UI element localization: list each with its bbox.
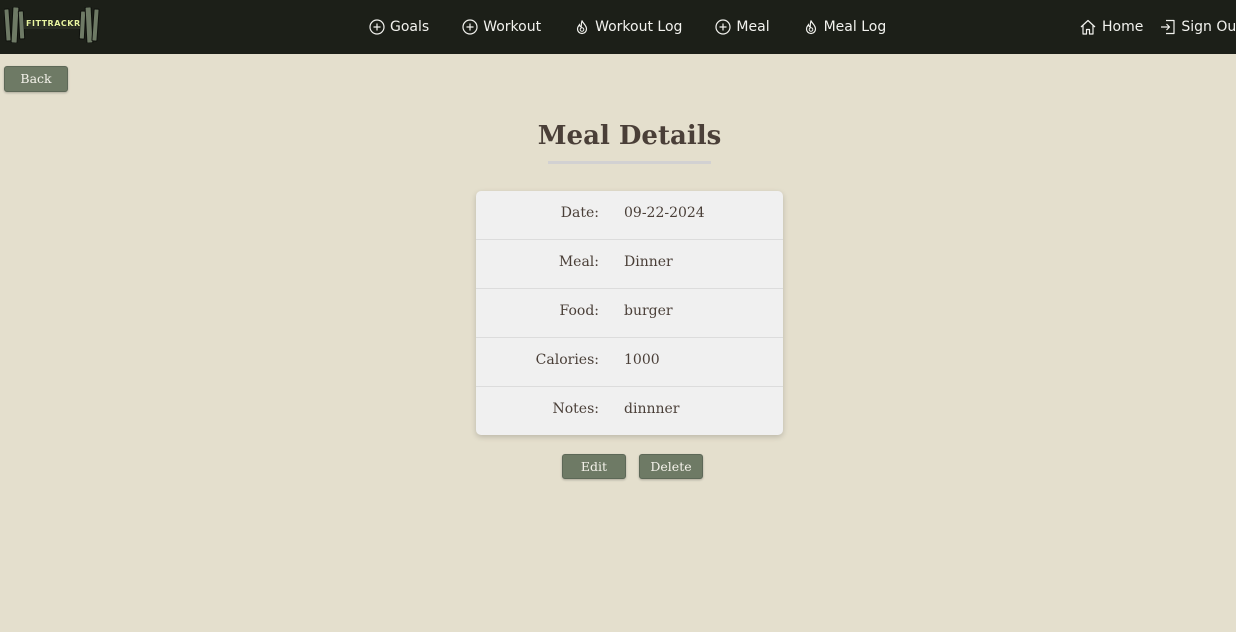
- fittrackr-logo[interactable]: FITTRACKR: [4, 7, 100, 43]
- detail-row-meal: Meal: Dinner: [476, 240, 783, 289]
- nav-home[interactable]: Home: [1079, 19, 1143, 35]
- back-button[interactable]: Back: [4, 66, 68, 92]
- plus-circle-icon: [462, 19, 478, 35]
- nav-meal-log-label: Meal Log: [823, 19, 887, 35]
- title-underline: [548, 161, 711, 164]
- detail-value: dinnner: [624, 401, 680, 417]
- delete-button[interactable]: Delete: [639, 454, 703, 479]
- plus-circle-icon: [715, 19, 732, 35]
- nav-workout[interactable]: Workout: [462, 19, 541, 35]
- detail-label: Food:: [559, 303, 599, 319]
- top-navbar: FITTRACKR Goals Workout Workout Log Meal…: [0, 0, 1236, 54]
- detail-label: Calories:: [535, 352, 599, 368]
- detail-row-notes: Notes: dinnner: [476, 387, 783, 435]
- plus-circle-icon: [369, 19, 385, 35]
- detail-row-date: Date: 09-22-2024: [476, 191, 783, 240]
- logo-text: FITTRACKR: [26, 19, 81, 28]
- nav-workout-log[interactable]: Workout Log: [574, 19, 682, 35]
- home-icon: [1080, 19, 1096, 35]
- detail-label: Meal:: [558, 254, 599, 270]
- detail-row-food: Food: burger: [476, 289, 783, 338]
- detail-row-calories: Calories: 1000: [476, 338, 783, 387]
- detail-value: 09-22-2024: [624, 205, 705, 221]
- user-nav: Home Sign Out: [1079, 0, 1236, 54]
- detail-label: Notes:: [552, 401, 600, 417]
- page-title: Meal Details: [537, 121, 722, 151]
- detail-label: Date:: [560, 205, 599, 221]
- sign-out-icon: [1161, 19, 1175, 35]
- detail-value: Dinner: [624, 254, 673, 270]
- nav-meal-log[interactable]: Meal Log: [803, 19, 887, 35]
- main-nav: Goals Workout Workout Log Meal Meal Log: [369, 0, 919, 54]
- detail-value: 1000: [624, 352, 660, 368]
- detail-value: burger: [624, 303, 673, 319]
- nav-home-label: Home: [1102, 19, 1144, 35]
- nav-sign-out[interactable]: Sign Out: [1160, 19, 1236, 35]
- nav-workout-label: Workout: [483, 19, 542, 35]
- edit-button[interactable]: Edit: [562, 454, 626, 479]
- flame-icon: [576, 20, 588, 35]
- nav-meal[interactable]: Meal: [715, 19, 770, 35]
- nav-sign-out-label: Sign Out: [1181, 19, 1236, 35]
- nav-meal-label: Meal: [736, 19, 770, 35]
- nav-workout-log-label: Workout Log: [595, 19, 683, 35]
- flame-icon: [805, 20, 816, 35]
- nav-goals[interactable]: Goals: [369, 19, 429, 35]
- meal-details-card: Date: 09-22-2024 Meal: Dinner Food: burg…: [476, 191, 783, 435]
- nav-goals-label: Goals: [390, 19, 430, 35]
